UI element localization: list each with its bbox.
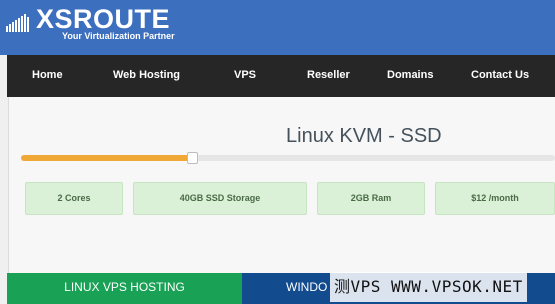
nav-item-contact-us[interactable]: Contact Us xyxy=(471,55,529,97)
watermark-text: 测VPS WWW.VPSOK.NET xyxy=(330,272,527,302)
plan-features: 2 Cores 40GB SSD Storage 2GB Ram $12 /mo… xyxy=(21,172,555,222)
nav-item-reseller[interactable]: Reseller xyxy=(307,55,350,97)
feature-cores: 2 Cores xyxy=(25,182,123,215)
plan-slider-track[interactable] xyxy=(21,155,555,161)
feature-price: $12 /month xyxy=(435,182,555,215)
feature-storage: 40GB SSD Storage xyxy=(133,182,307,215)
feature-ram: 2GB Ram xyxy=(317,182,425,215)
plan-title: Linux KVM - SSD xyxy=(286,125,442,147)
logo-tagline: Your Virtualization Partner xyxy=(62,31,175,41)
plan-slider-fill xyxy=(21,155,192,161)
nav-item-home[interactable]: Home xyxy=(32,55,63,97)
nav-item-domains[interactable]: Domains xyxy=(387,55,433,97)
site-header: XSROUTE Your Virtualization Partner xyxy=(0,0,555,55)
nav-item-web-hosting[interactable]: Web Hosting xyxy=(113,55,180,97)
tab-linux-vps-hosting[interactable]: LINUX VPS HOSTING xyxy=(7,273,242,304)
plan-slider-handle[interactable] xyxy=(187,152,198,164)
main-nav: Home Web Hosting VPS Reseller Domains Co… xyxy=(7,55,555,97)
nav-item-vps[interactable]: VPS xyxy=(234,55,256,97)
bar-chart-logo-icon xyxy=(6,14,29,32)
